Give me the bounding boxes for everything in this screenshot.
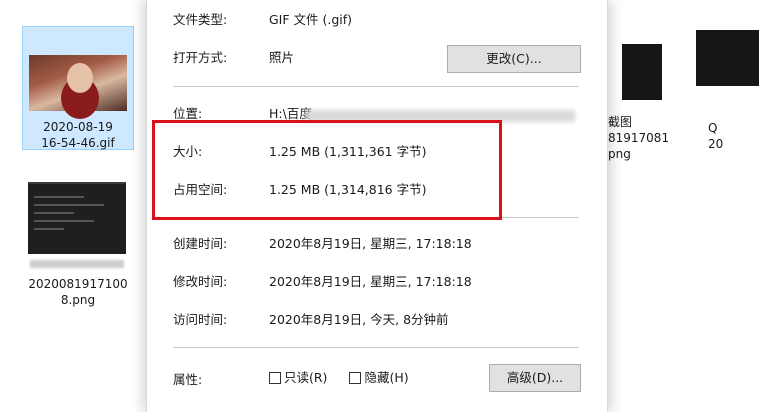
- screenshot-thumbnail: [622, 44, 662, 100]
- file-name: 2020-08-19 16-54-46.gif: [41, 120, 115, 150]
- accessed-label: 访问时间:: [173, 312, 228, 327]
- accessed-row: 访问时间: 2020年8月19日, 今天, 8分钟前: [173, 310, 449, 330]
- created-row: 创建时间: 2020年8月19日, 星期三, 17:18:18: [173, 234, 472, 254]
- checkbox-box[interactable]: [349, 372, 362, 384]
- separator: [173, 86, 579, 87]
- file-gif[interactable]: 2020-08-19 16-54-46.gif: [22, 26, 134, 150]
- gif-thumbnail: [29, 55, 127, 111]
- open-with-value: 照片: [269, 50, 295, 65]
- attributes-label: 属性:: [173, 372, 203, 387]
- file-name: 截图 81917081 png: [608, 115, 670, 161]
- hidden-label: 隐藏(H): [364, 370, 409, 385]
- hidden-checkbox[interactable]: 隐藏(H): [349, 368, 409, 388]
- readonly-checkbox[interactable]: 只读(R): [269, 368, 327, 388]
- highlight-box: [152, 120, 502, 220]
- open-with-label: 打开方式:: [173, 50, 228, 65]
- readonly-label: 只读(R): [284, 370, 328, 385]
- png-thumbnail: [28, 182, 126, 254]
- modified-row: 修改时间: 2020年8月19日, 星期三, 17:18:18: [173, 272, 472, 292]
- file-type-label: 文件类型:: [173, 12, 228, 27]
- file-type-row: 文件类型: GIF 文件 (.gif): [173, 10, 352, 30]
- change-button[interactable]: 更改(C)...: [447, 45, 581, 73]
- modified-label: 修改时间:: [173, 274, 228, 289]
- accessed-value: 2020年8月19日, 今天, 8分钟前: [269, 312, 449, 327]
- file-name: 2020081917100 8.png: [28, 277, 128, 307]
- file-screenshot[interactable]: 截图 81917081 png: [600, 40, 680, 180]
- file-png[interactable]: 2020081917100 8.png: [22, 182, 134, 322]
- checkbox-box[interactable]: [269, 372, 281, 384]
- modified-value: 2020年8月19日, 星期三, 17:18:18: [269, 274, 472, 289]
- separator: [173, 347, 579, 348]
- open-with-row: 打开方式: 照片: [173, 48, 294, 68]
- advanced-button[interactable]: 高级(D)...: [489, 364, 581, 392]
- attributes-row: 属性: 只读(R) 隐藏(H): [173, 368, 431, 388]
- created-label: 创建时间:: [173, 236, 228, 251]
- file-q[interactable]: Q 20: [692, 30, 759, 170]
- file-name: Q 20: [708, 121, 724, 151]
- blurred-text: [30, 260, 124, 268]
- q-thumbnail: [696, 30, 759, 86]
- file-type-value: GIF 文件 (.gif): [269, 12, 353, 27]
- created-value: 2020年8月19日, 星期三, 17:18:18: [269, 236, 472, 251]
